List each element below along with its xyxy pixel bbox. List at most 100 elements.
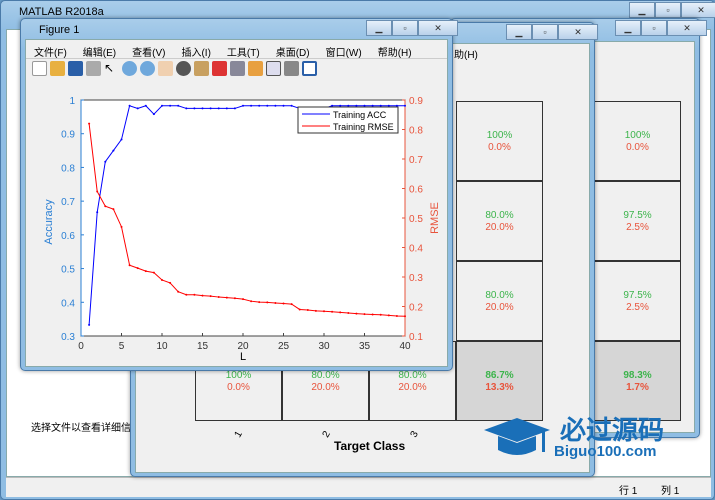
acc-point — [233, 107, 236, 110]
rmse-point — [371, 313, 374, 316]
rmse-point — [128, 264, 131, 267]
y2-tick-label: 0.4 — [409, 244, 423, 255]
rmse-point — [120, 225, 123, 228]
acc-point — [387, 104, 390, 107]
rmse-point — [395, 314, 398, 317]
y2-tick-label: 0.5 — [409, 214, 423, 225]
y-axis-label: Accuracy — [43, 199, 55, 245]
x-axis-label: L — [240, 351, 246, 363]
x-tick-label: 5 — [119, 341, 125, 352]
rmse-point — [404, 315, 406, 318]
acc-point — [371, 104, 374, 107]
y2-tick-label: 0.3 — [409, 273, 423, 284]
acc-point — [282, 104, 285, 107]
acc-point — [96, 211, 99, 214]
x-tick-label: 25 — [278, 341, 290, 352]
rmse-point — [201, 294, 204, 297]
acc-point — [225, 107, 228, 110]
acc-point — [355, 104, 358, 107]
rmse-point — [225, 296, 228, 299]
legend-rmse-label: Training RMSE — [333, 122, 394, 132]
y2-tick-label: 0.1 — [409, 332, 423, 343]
rmse-point — [331, 310, 334, 313]
acc-point — [104, 160, 107, 163]
acc-point — [347, 104, 350, 107]
acc-point — [161, 104, 163, 107]
rmse-point — [96, 190, 99, 193]
acc-point — [120, 138, 123, 141]
acc-point — [266, 104, 269, 107]
rmse-point — [314, 309, 317, 312]
x-tick-label: 15 — [197, 341, 209, 352]
rmse-point — [161, 278, 163, 281]
acc-point — [250, 104, 253, 107]
acc-point — [185, 107, 188, 110]
x-tick-label: 35 — [359, 341, 371, 352]
y2-tick-label: 0.8 — [409, 126, 423, 137]
acc-point — [290, 104, 293, 107]
y-tick-label: 0.6 — [61, 231, 75, 242]
acc-point — [242, 104, 244, 107]
rmse-point — [258, 301, 261, 304]
y-tick-label: 0.8 — [61, 163, 75, 174]
acc-point — [201, 107, 204, 110]
y-tick-label: 0.4 — [61, 298, 75, 309]
acc-point — [217, 107, 220, 110]
rmse-point — [136, 267, 139, 270]
rmse-point — [209, 295, 212, 298]
acc-point — [128, 104, 131, 107]
x-tick-label: 10 — [156, 341, 168, 352]
rmse-point — [363, 313, 366, 316]
rmse-point — [193, 293, 196, 296]
rmse-point — [169, 281, 172, 284]
rmse-point — [339, 311, 342, 314]
acc-point — [258, 104, 261, 107]
acc-point — [193, 107, 196, 110]
y2-tick-label: 0.9 — [409, 96, 423, 107]
rmse-point — [185, 293, 188, 296]
rmse-point — [387, 314, 390, 317]
rmse-point — [217, 296, 220, 299]
acc-point — [395, 104, 398, 107]
acc-point — [152, 113, 155, 116]
y-tick-label: 0.3 — [61, 332, 75, 343]
y2-tick-label: 0.6 — [409, 185, 423, 196]
rmse-point — [282, 302, 285, 305]
acc-point — [274, 104, 277, 107]
rmse-point — [250, 300, 253, 303]
acc-point — [136, 107, 139, 110]
x-tick-label: 0 — [78, 341, 84, 352]
y-tick-label: 0.9 — [61, 130, 75, 141]
rmse-point — [347, 311, 350, 314]
acc-point — [209, 107, 212, 110]
rmse-point — [104, 205, 107, 208]
rmse-point — [152, 271, 155, 274]
acc-point — [144, 104, 147, 107]
y-tick-label: 0.5 — [61, 265, 75, 276]
rmse-point — [88, 122, 91, 125]
acc-point — [112, 149, 115, 152]
rmse-point — [298, 308, 301, 311]
legend: Training ACC Training RMSE — [297, 106, 399, 134]
acc-point — [331, 104, 334, 107]
plot-area — [80, 99, 406, 337]
y2-axis-label: RMSE — [429, 202, 441, 234]
rmse-point — [306, 309, 309, 312]
y-tick-label: 0.7 — [61, 197, 75, 208]
y-tick-label: 1 — [69, 96, 75, 107]
y2-tick-label: 0.7 — [409, 155, 423, 166]
acc-point — [339, 104, 342, 107]
acc-point — [379, 104, 382, 107]
acc-point — [363, 104, 366, 107]
acc-point — [169, 104, 172, 107]
legend-acc-label: Training ACC — [333, 110, 387, 120]
rmse-point — [233, 297, 236, 300]
rmse-point — [290, 303, 293, 306]
rmse-point — [112, 208, 115, 211]
y2-tick-label: 0.2 — [409, 303, 423, 314]
x-tick-label: 30 — [318, 341, 330, 352]
rmse-point — [177, 290, 180, 293]
chart: 0 5 10 15 20 25 30 35 400.30.40.50.60.70.80.910.… — [43, 96, 441, 363]
rmse-point — [144, 270, 147, 273]
rmse-point — [355, 312, 358, 315]
